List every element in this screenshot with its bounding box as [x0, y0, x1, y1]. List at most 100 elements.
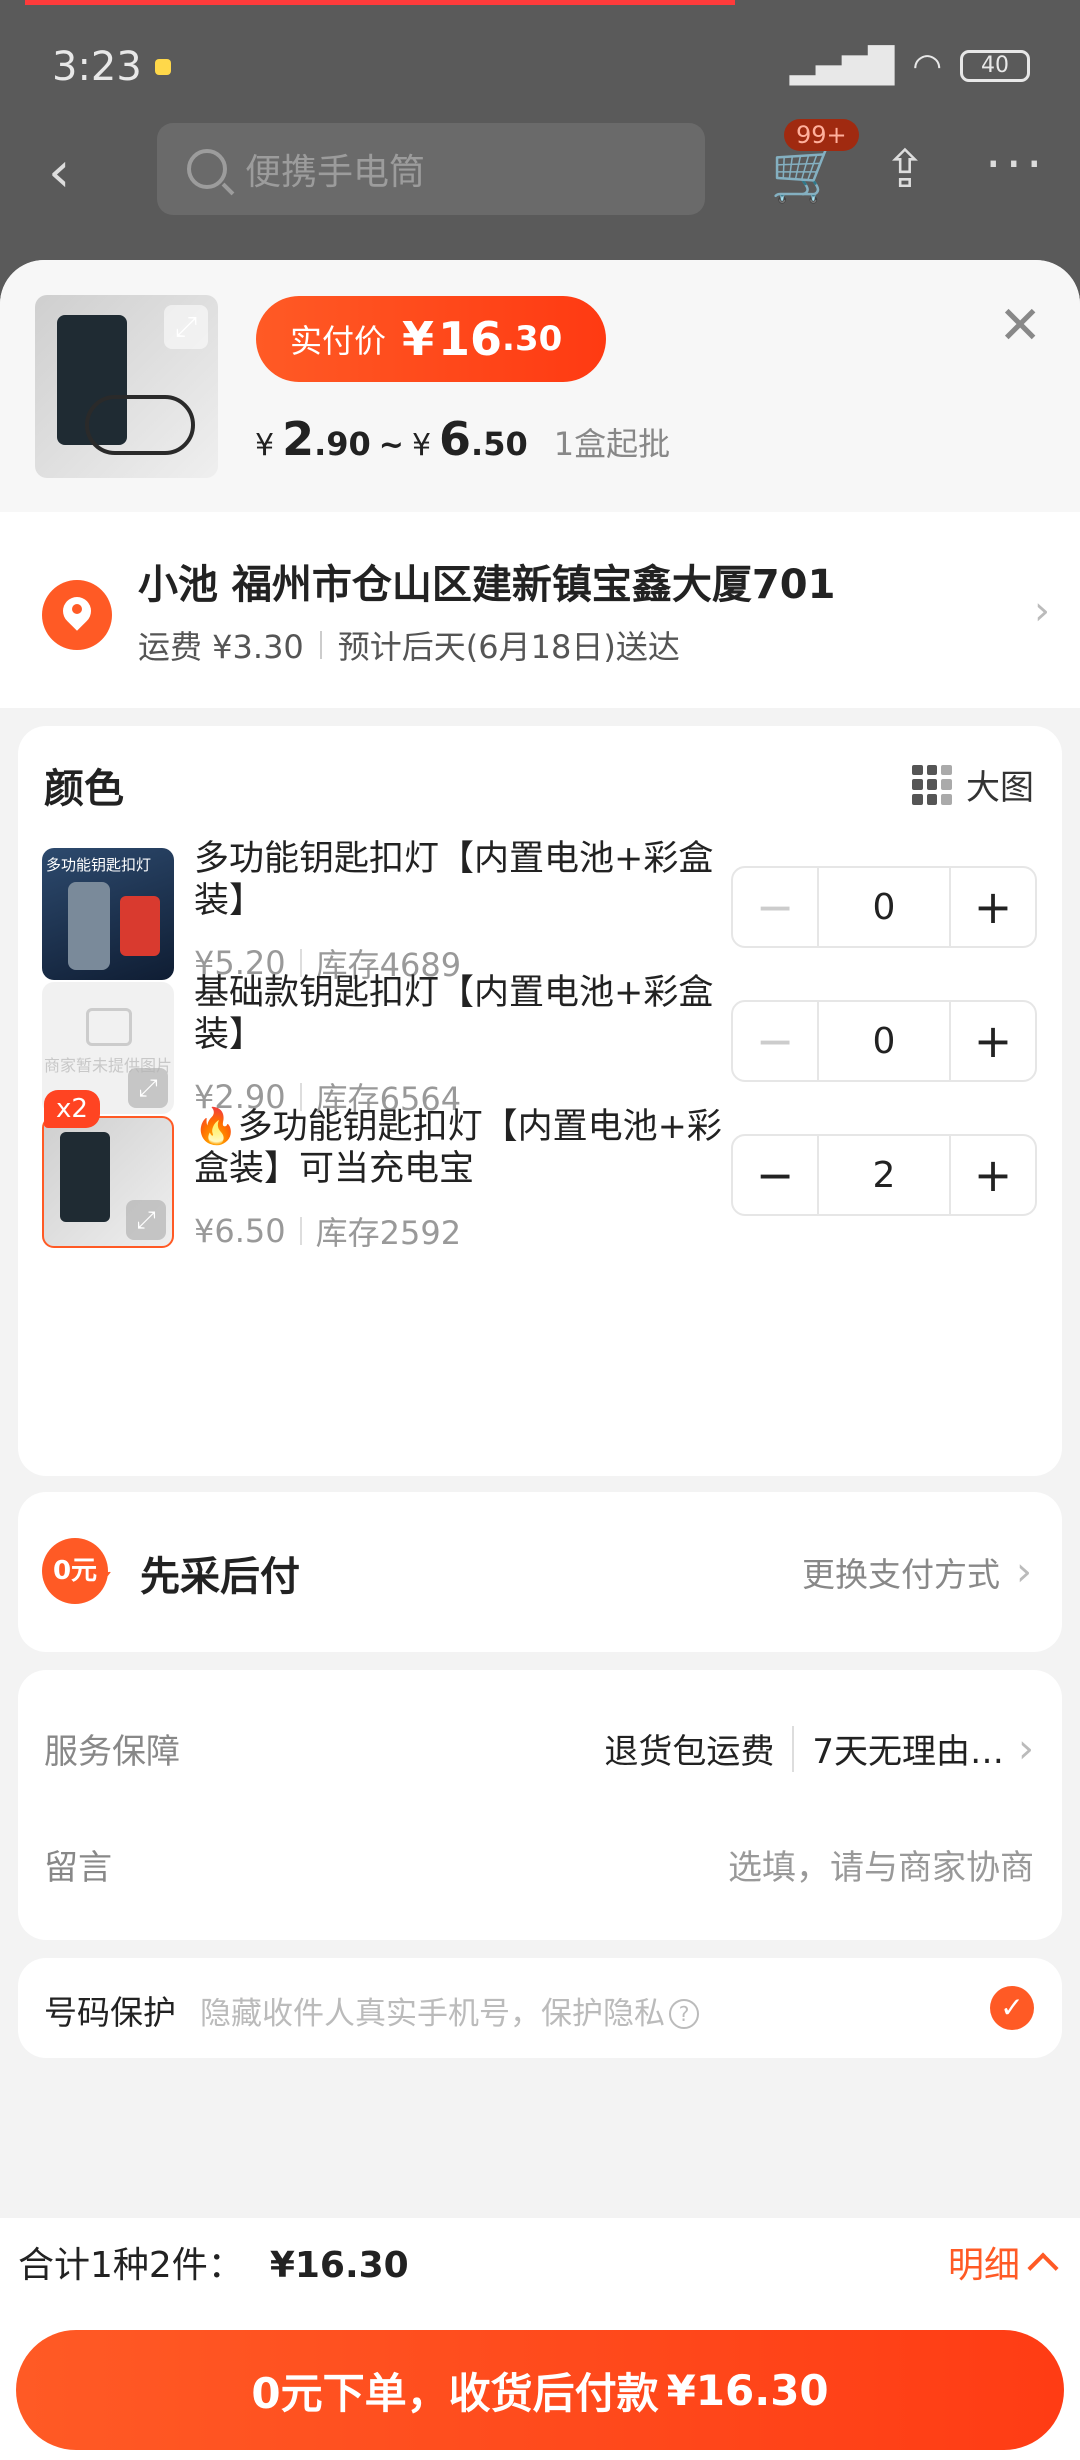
detail-label: 明细	[947, 2245, 1020, 2286]
expand-icon[interactable]: ⤢	[128, 1068, 168, 1108]
privacy-label: 号码保护	[44, 1993, 176, 2032]
chevron-right-icon: ›	[1016, 1549, 1032, 1595]
price-range: ¥ 2.90 ~ ¥ 6.50 1盒起批	[255, 412, 670, 466]
service-section: 服务保障 退货包运费 7天无理由… › 留言 选填，请与商家协商	[18, 1670, 1062, 1940]
increase-button[interactable]: +	[951, 1136, 1035, 1214]
sku-name: 🔥多功能钥匙扣灯【内置电池+彩盒装】可当充电宝	[194, 1107, 722, 1189]
wifi-icon: ◠	[912, 46, 942, 86]
increase-button[interactable]: +	[951, 868, 1035, 946]
product-thumbnail[interactable]: ⤢	[35, 295, 218, 478]
range-low-int: 2	[282, 412, 315, 466]
close-icon[interactable]: ✕	[998, 300, 1042, 352]
shipping-fee: 运费 ¥3.30	[138, 628, 304, 666]
checkout-bar: 合计1种2件： ¥16.30 明细 0元下单，收货后付款 ¥16.30	[0, 2218, 1080, 2460]
address-line: 小池 福州市仓山区建新镇宝鑫大厦701	[138, 562, 836, 608]
big-picture-label: 大图	[966, 768, 1034, 808]
total-amount: ¥16.30	[269, 2245, 409, 2286]
range-currency-high: ¥	[411, 428, 432, 463]
color-title: 颜色	[44, 766, 124, 812]
sku-image[interactable]: 多功能钥匙扣灯	[42, 848, 174, 980]
range-currency-low: ¥	[255, 428, 275, 463]
quantity-stepper: − 2 +	[731, 1134, 1037, 1216]
grid-icon	[912, 764, 952, 805]
status-time: 3:23	[52, 44, 142, 90]
real-price-dec: .30	[502, 319, 563, 359]
chevron-right-icon: ›	[1018, 1725, 1034, 1772]
detail-toggle[interactable]: 明细	[947, 2236, 1059, 2288]
privacy-text: 隐藏收件人真实手机号，保护隐私?	[200, 1988, 699, 2033]
sku-name: 多功能钥匙扣灯【内置电池+彩盒装】	[194, 839, 714, 921]
chevron-up-icon	[1027, 2252, 1059, 2284]
product-header: ⤢ 实付价 ¥16.30 ✕ ¥ 2.90 ~ ¥ 6.50 1盒起批	[0, 260, 1080, 512]
submit-label: 0元下单，收货后付款	[251, 2368, 659, 2418]
note-input[interactable]: 选填，请与商家协商	[728, 1840, 1034, 1889]
cart-badge: 99+	[784, 119, 859, 151]
sku-image[interactable]: ⤢	[42, 1116, 174, 1248]
service-seven-days: 7天无理由…	[812, 1732, 1004, 1772]
sku-name: 基础款钥匙扣灯【内置电池+彩盒装】	[194, 973, 714, 1055]
quantity-stepper: − 0 +	[731, 1000, 1037, 1082]
share-icon[interactable]: ⇪	[883, 140, 927, 200]
sku-image-text: 多功能钥匙扣灯	[46, 856, 152, 874]
back-arrow-icon[interactable]: ‹	[48, 145, 70, 201]
status-bar: 3:23 ▂▄▆█ ◠ 40	[0, 0, 1080, 130]
payment-title: 先采后付	[140, 1554, 300, 1600]
checkbox-checked-icon[interactable]: ✓	[990, 1986, 1034, 2030]
quantity-value[interactable]: 2	[817, 1136, 951, 1214]
search-placeholder: 便携手电筒	[245, 152, 426, 193]
range-high-dec: .50	[471, 425, 528, 463]
selected-count-badge: x2	[44, 1090, 100, 1128]
submit-order-button[interactable]: 0元下单，收货后付款 ¥16.30	[16, 2330, 1064, 2450]
expand-icon[interactable]: ⤢	[164, 305, 208, 349]
service-guarantees[interactable]: 退货包运费 7天无理由… ›	[604, 1724, 1034, 1773]
search-bar[interactable]: 便携手电筒	[157, 123, 705, 215]
location-pin-icon	[42, 580, 112, 650]
quantity-value[interactable]: 0	[817, 1002, 951, 1080]
color-section: 颜色 大图 多功能钥匙扣灯 多功能钥匙扣灯【内置电池+彩盒装】 ¥5.20 库存…	[18, 726, 1062, 1476]
pay-later-icon: 0元	[42, 1538, 116, 1614]
real-price-badge: 实付价 ¥16.30	[256, 296, 607, 382]
sku-meta: ¥6.50 库存2592	[194, 1208, 461, 1254]
min-order: 1盒起批	[553, 425, 671, 463]
expand-icon[interactable]: ⤢	[126, 1200, 166, 1240]
delivery-estimate: 预计后天(6月18日)送达	[337, 628, 680, 666]
payment-method-row[interactable]: 0元 先采后付 更换支付方式 ›	[18, 1492, 1062, 1652]
sku-selection-sheet: ⤢ 实付价 ¥16.30 ✕ ¥ 2.90 ~ ¥ 6.50 1盒起批 小池 福…	[0, 260, 1080, 2460]
range-sep: ~	[378, 428, 404, 463]
change-payment-link[interactable]: 更换支付方式 ›	[802, 1548, 1032, 1596]
decrease-button[interactable]: −	[733, 868, 817, 946]
privacy-description: 隐藏收件人真实手机号，保护隐私	[200, 1996, 665, 2032]
quantity-value[interactable]: 0	[817, 868, 951, 946]
decrease-button[interactable]: −	[733, 1002, 817, 1080]
chevron-right-icon: ›	[1034, 588, 1050, 634]
notification-icon	[155, 59, 171, 75]
big-picture-toggle[interactable]: 大图	[912, 760, 1034, 809]
change-payment-label: 更换支付方式	[802, 1555, 1000, 1594]
service-return-shipping: 退货包运费	[604, 1732, 775, 1772]
signal-icon: ▂▄▆█	[789, 46, 895, 86]
note-label: 留言	[44, 1848, 112, 1888]
battery-icon: 40	[960, 50, 1030, 82]
submit-amount: ¥16.30	[666, 2365, 829, 2415]
search-icon	[187, 149, 227, 189]
number-protection-row: 号码保护 隐藏收件人真实手机号，保护隐私? ✓	[18, 1958, 1062, 2058]
total-label: 合计1种2件：	[18, 2245, 244, 2286]
image-placeholder-icon	[86, 1008, 132, 1046]
total-summary: 合计1种2件： ¥16.30	[18, 2236, 409, 2288]
more-icon[interactable]: ···	[985, 135, 1047, 195]
sku-item: x2 ⤢ 🔥多功能钥匙扣灯【内置电池+彩盒装】可当充电宝 ¥6.50 库存259…	[18, 1090, 1062, 1276]
range-low-dec: .90	[314, 425, 371, 463]
address-row[interactable]: 小池 福州市仓山区建新镇宝鑫大厦701 运费 ¥3.30 预计后天(6月18日)…	[0, 512, 1080, 708]
shipping-info: 运费 ¥3.30 预计后天(6月18日)送达	[138, 622, 680, 668]
increase-button[interactable]: +	[951, 1002, 1035, 1080]
top-nav: ‹ 便携手电筒 🛒 99+ ⇪ ···	[0, 115, 1080, 225]
status-icons: ▂▄▆█ ◠ 40	[790, 46, 1030, 86]
sku-stock: 库存2592	[315, 1214, 462, 1252]
help-icon[interactable]: ?	[669, 1999, 699, 2029]
service-label: 服务保障	[44, 1732, 180, 1772]
real-price-label: 实付价	[290, 322, 387, 360]
sku-price: ¥6.50	[194, 1212, 286, 1250]
real-price-int: 16	[438, 312, 503, 366]
decrease-button[interactable]: −	[733, 1136, 817, 1214]
range-high-int: 6	[439, 412, 472, 466]
